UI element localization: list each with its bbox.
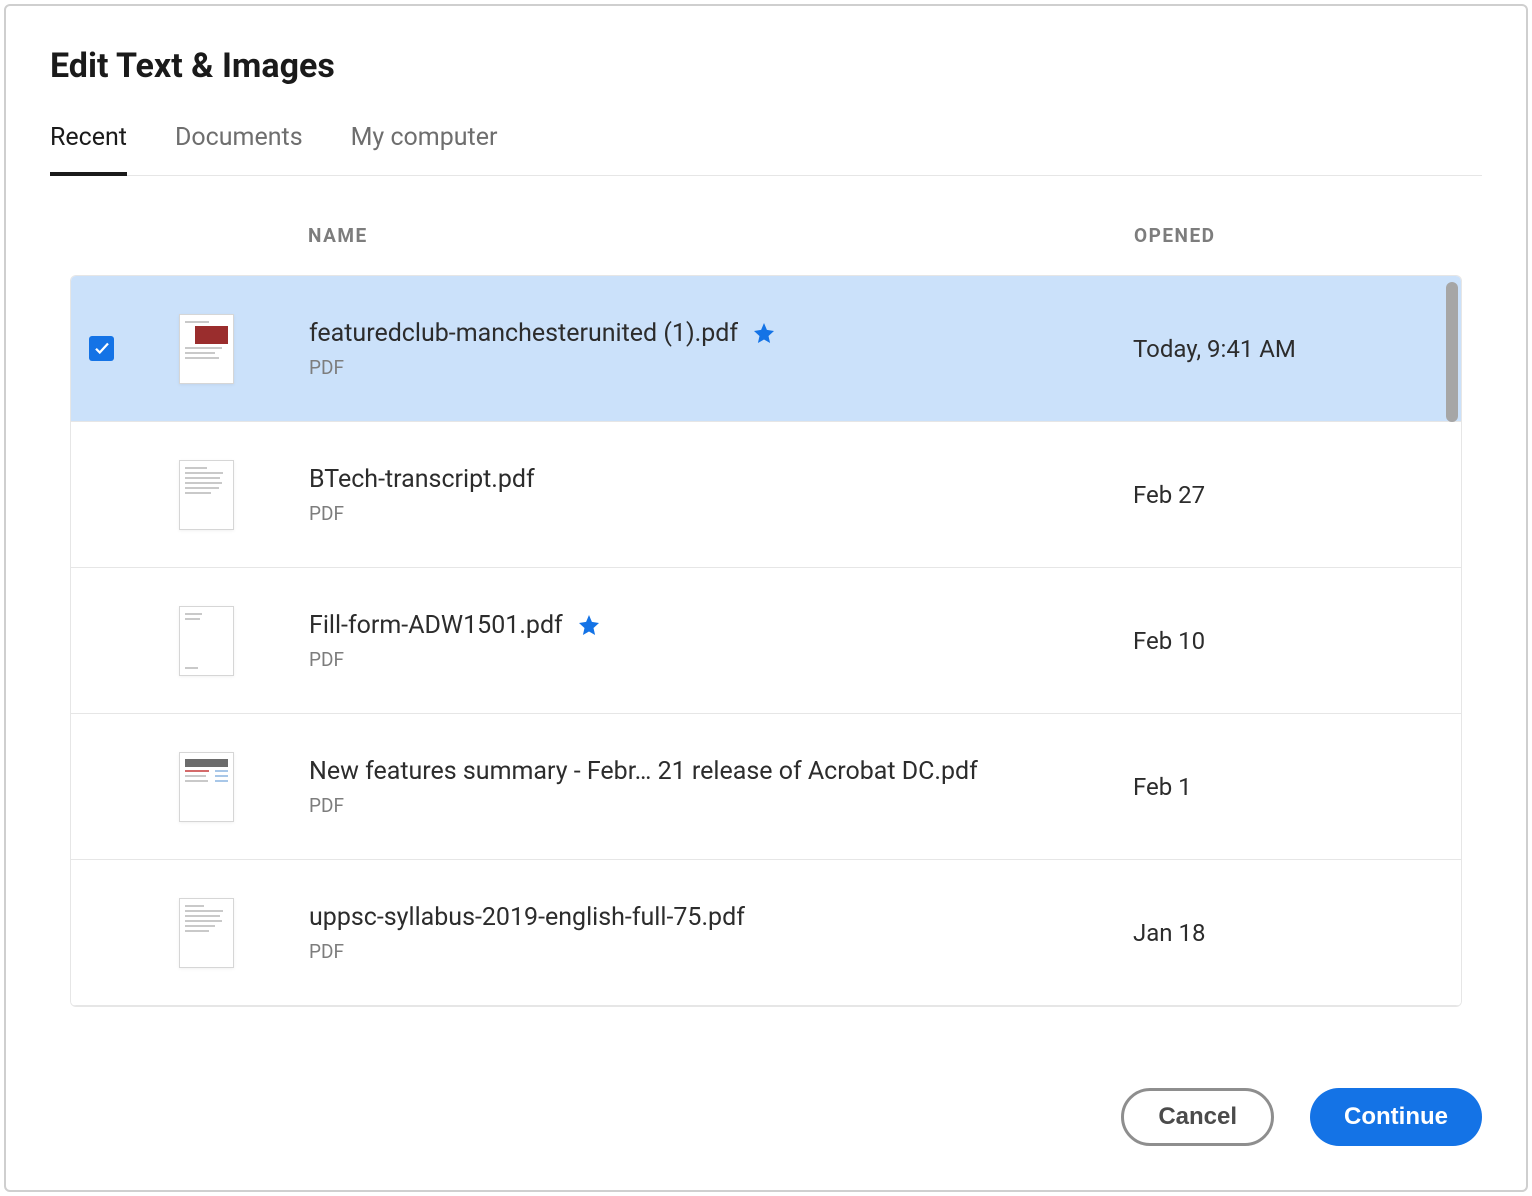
file-opened: Feb 1 bbox=[1133, 773, 1192, 801]
file-row[interactable]: New features summary - Febr… 21 release … bbox=[71, 714, 1461, 860]
file-row[interactable]: Fill-form-ADW1501.pdf PDF Feb 10 bbox=[71, 568, 1461, 714]
file-thumbnail-icon bbox=[179, 898, 234, 968]
continue-button[interactable]: Continue bbox=[1310, 1088, 1482, 1146]
source-tabs: Recent Documents My computer bbox=[50, 122, 1482, 176]
tab-documents[interactable]: Documents bbox=[175, 123, 303, 176]
tab-recent[interactable]: Recent bbox=[50, 123, 127, 176]
cancel-button[interactable]: Cancel bbox=[1121, 1088, 1274, 1146]
file-list: featuredclub-manchesterunited (1).pdf PD… bbox=[70, 275, 1462, 1007]
file-picker-dialog: Edit Text & Images Recent Documents My c… bbox=[4, 4, 1528, 1192]
file-thumbnail-icon bbox=[179, 752, 234, 822]
table-header-row: NAME OPENED bbox=[70, 224, 1462, 275]
file-opened: Today, 9:41 AM bbox=[1133, 335, 1296, 363]
file-type: PDF bbox=[309, 502, 1133, 525]
file-type: PDF bbox=[309, 940, 1133, 963]
file-type: PDF bbox=[309, 648, 1133, 671]
checkbox-checked-icon[interactable] bbox=[89, 336, 114, 361]
column-header-opened[interactable]: OPENED bbox=[1134, 224, 1215, 247]
file-thumbnail-icon bbox=[179, 314, 234, 384]
file-name: uppsc-syllabus-2019-english-full-75.pdf bbox=[309, 903, 745, 932]
file-name: New features summary - Febr… 21 release … bbox=[309, 757, 978, 786]
file-name: featuredclub-manchesterunited (1).pdf bbox=[309, 319, 738, 348]
file-opened: Jan 18 bbox=[1133, 919, 1205, 947]
file-row[interactable]: uppsc-syllabus-2019-english-full-75.pdf … bbox=[71, 860, 1461, 1006]
file-thumbnail-icon bbox=[179, 460, 234, 530]
file-row[interactable]: BTech-transcript.pdf PDF Feb 27 bbox=[71, 422, 1461, 568]
star-icon[interactable] bbox=[577, 613, 601, 637]
file-name: Fill-form-ADW1501.pdf bbox=[309, 611, 563, 640]
tab-my-computer[interactable]: My computer bbox=[351, 123, 498, 176]
file-thumbnail-icon bbox=[179, 606, 234, 676]
file-opened: Feb 27 bbox=[1133, 481, 1205, 509]
file-table: NAME OPENED bbox=[50, 224, 1482, 1034]
dialog-title: Edit Text & Images bbox=[50, 46, 1482, 86]
file-row[interactable]: featuredclub-manchesterunited (1).pdf PD… bbox=[71, 276, 1461, 422]
file-name: BTech-transcript.pdf bbox=[309, 465, 535, 494]
dialog-footer: Cancel Continue bbox=[50, 1088, 1482, 1146]
column-header-name[interactable]: NAME bbox=[308, 224, 368, 247]
star-icon[interactable] bbox=[752, 321, 776, 345]
scrollbar-thumb[interactable] bbox=[1446, 282, 1458, 422]
file-type: PDF bbox=[309, 356, 1133, 379]
file-type: PDF bbox=[309, 794, 1133, 817]
file-opened: Feb 10 bbox=[1133, 627, 1205, 655]
